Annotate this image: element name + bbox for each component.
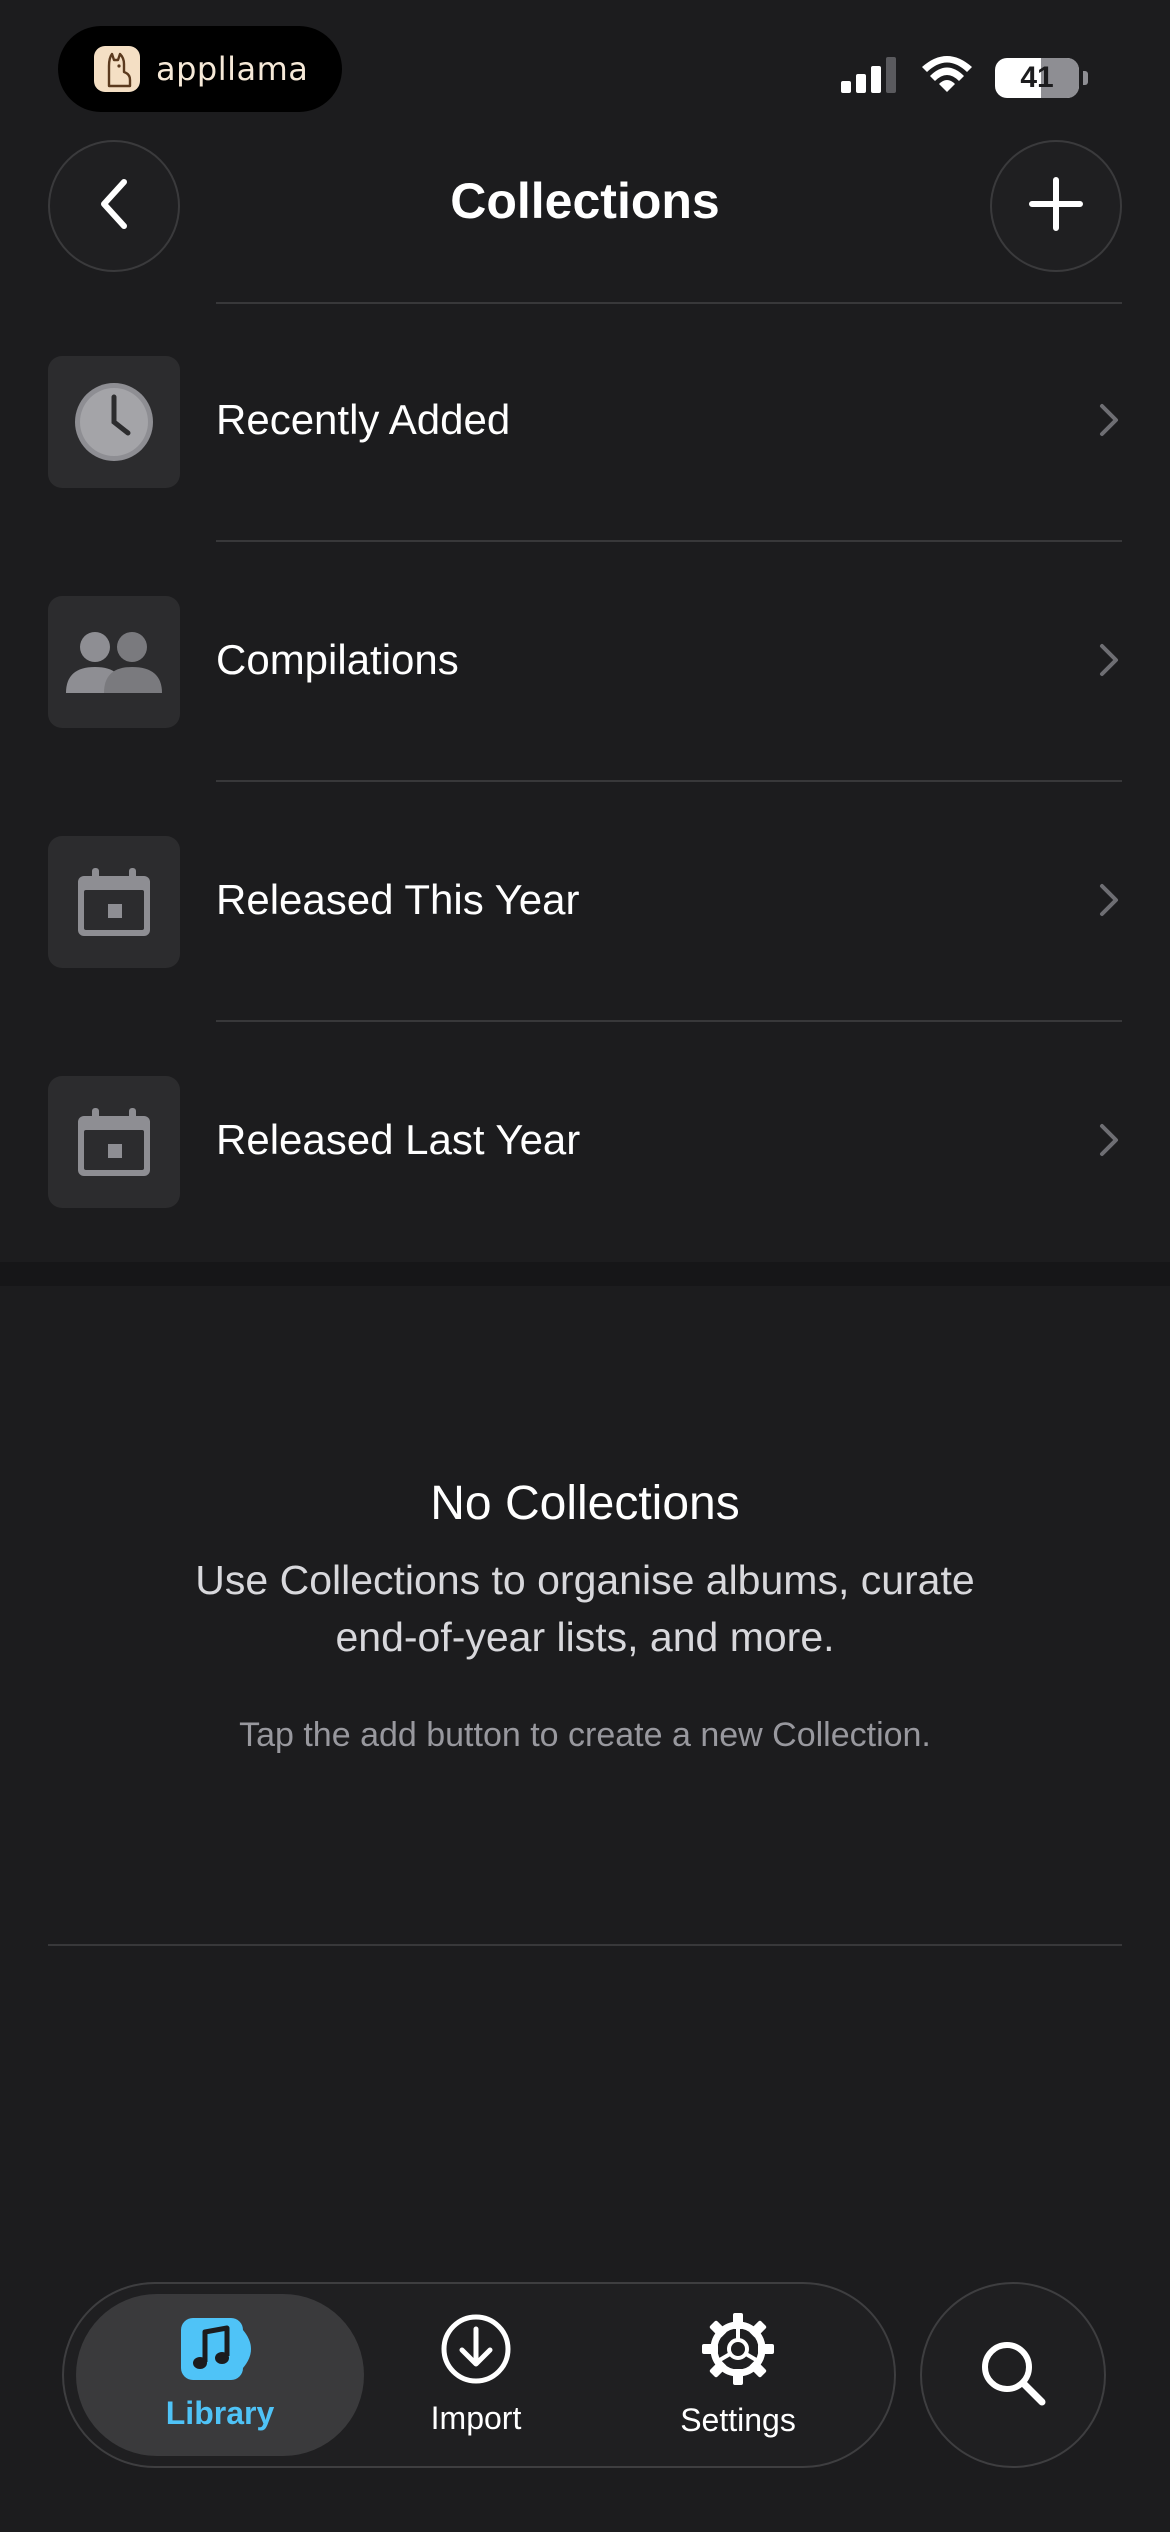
tab-import[interactable]: Import bbox=[332, 2294, 620, 2456]
tab-label: Library bbox=[165, 2395, 275, 2431]
search-icon bbox=[978, 2338, 1048, 2413]
tab-settings[interactable]: Settings bbox=[594, 2294, 882, 2456]
tab-library[interactable]: Library bbox=[76, 2294, 364, 2456]
battery-cap bbox=[1083, 70, 1088, 85]
list-item-released-last-year[interactable]: Released Last Year bbox=[0, 1022, 1170, 1262]
app-indicator-pill: appllama bbox=[58, 26, 342, 112]
chevron-right-icon bbox=[1098, 1122, 1120, 1163]
list-item-label: Released This Year bbox=[216, 876, 580, 923]
tab-label: Import bbox=[430, 2400, 522, 2436]
list-item-released-this-year[interactable]: Released This Year bbox=[0, 782, 1170, 1022]
list-item-label: Recently Added bbox=[216, 396, 511, 443]
cellular-signal-icon bbox=[841, 57, 899, 98]
list-item-compilations[interactable]: Compilations bbox=[0, 542, 1170, 782]
music-note-icon bbox=[181, 2318, 259, 2385]
collections-screen: appllama 41 Collections Recently Added C… bbox=[0, 0, 1170, 2532]
battery-icon: 41 bbox=[995, 57, 1079, 98]
calendar-icon bbox=[48, 836, 180, 968]
list-item-recently-added[interactable]: Recently Added bbox=[0, 302, 1170, 542]
app-name: appllama bbox=[156, 50, 309, 88]
download-icon bbox=[440, 2313, 512, 2390]
empty-state-body: Use Collections to organise albums, cura… bbox=[195, 1557, 975, 1660]
status-bar: appllama 41 bbox=[0, 0, 1170, 140]
llama-logo-icon bbox=[94, 46, 140, 92]
empty-state-hint: Tap the add button to create a new Colle… bbox=[239, 1716, 931, 1754]
plus-icon bbox=[1026, 174, 1086, 239]
tab-bar: Library Import Settings bbox=[62, 2282, 896, 2468]
status-icons: 41 bbox=[841, 56, 1088, 99]
tab-label: Settings bbox=[680, 2402, 796, 2438]
list-item-label: Compilations bbox=[216, 636, 459, 683]
chevron-right-icon bbox=[1098, 882, 1120, 923]
content-divider bbox=[48, 1944, 1122, 1946]
chevron-right-icon bbox=[1098, 642, 1120, 683]
battery-level: 41 bbox=[1020, 60, 1054, 94]
calendar-icon bbox=[48, 1076, 180, 1208]
add-collection-button[interactable] bbox=[990, 140, 1122, 272]
chevron-right-icon bbox=[1098, 402, 1120, 443]
people-icon bbox=[48, 596, 180, 728]
search-button[interactable] bbox=[920, 2282, 1106, 2468]
empty-state-title: No Collections bbox=[430, 1477, 740, 1530]
list-item-label: Released Last Year bbox=[216, 1116, 581, 1163]
section-separator bbox=[0, 1262, 1170, 1286]
wifi-icon bbox=[921, 56, 973, 99]
clock-icon bbox=[48, 356, 180, 488]
gear-icon bbox=[700, 2311, 776, 2392]
